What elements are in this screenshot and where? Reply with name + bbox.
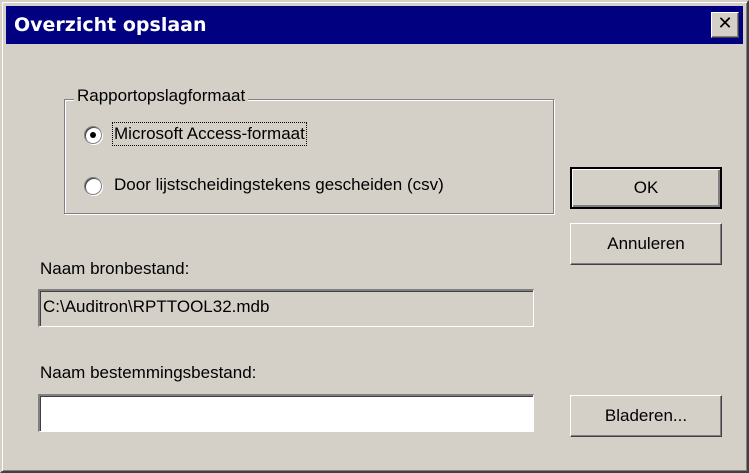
destination-file-input[interactable] — [38, 394, 534, 432]
radio-label-access[interactable]: Microsoft Access-formaat — [112, 122, 307, 146]
destination-file-label: Naam bestemmingsbestand: — [40, 363, 257, 382]
ok-button[interactable]: OK — [570, 167, 722, 209]
report-format-group — [64, 99, 554, 214]
report-format-group-label: Rapportopslagformaat — [74, 86, 249, 106]
save-overview-dialog: Overzicht opslaan ✕ Rapportopslagformaat… — [0, 0, 749, 473]
window-title: Overzicht opslaan — [14, 14, 207, 36]
radio-selected-dot — [90, 132, 96, 138]
cancel-button[interactable]: Annuleren — [570, 223, 722, 265]
close-icon: ✕ — [717, 13, 733, 34]
browse-button[interactable]: Bladeren... — [570, 395, 722, 437]
title-bar[interactable]: Overzicht opslaan ✕ — [6, 6, 743, 44]
radio-circle-csv[interactable] — [84, 177, 102, 195]
source-file-field: C:\Auditron\RPTTOOL32.mdb — [38, 289, 534, 327]
close-button[interactable]: ✕ — [711, 12, 739, 38]
source-file-label: Naam bronbestand: — [40, 259, 190, 278]
radio-label-csv[interactable]: Door lijstscheidingstekens gescheiden (c… — [114, 175, 444, 195]
radio-circle-access[interactable] — [84, 126, 102, 144]
